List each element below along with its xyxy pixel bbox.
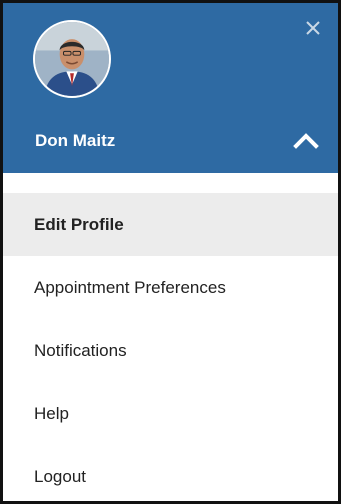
profile-menu-panel: Don Maitz Edit Profile Appointment Prefe… <box>0 0 341 504</box>
collapse-button[interactable] <box>292 129 320 151</box>
menu-item-help[interactable]: Help <box>3 382 338 445</box>
profile-menu: Edit Profile Appointment Preferences Not… <box>3 173 338 501</box>
close-button[interactable] <box>302 17 324 39</box>
user-name: Don Maitz <box>35 131 116 150</box>
chevron-up-icon <box>293 133 319 149</box>
menu-item-logout[interactable]: Logout <box>3 445 338 501</box>
user-avatar-icon <box>35 22 109 96</box>
menu-item-appointment-preferences[interactable]: Appointment Preferences <box>3 256 338 319</box>
menu-item-edit-profile[interactable]: Edit Profile <box>3 193 338 256</box>
avatar <box>33 20 111 98</box>
menu-item-notifications[interactable]: Notifications <box>3 319 338 382</box>
profile-header: Don Maitz <box>3 3 338 173</box>
close-icon <box>306 21 320 35</box>
